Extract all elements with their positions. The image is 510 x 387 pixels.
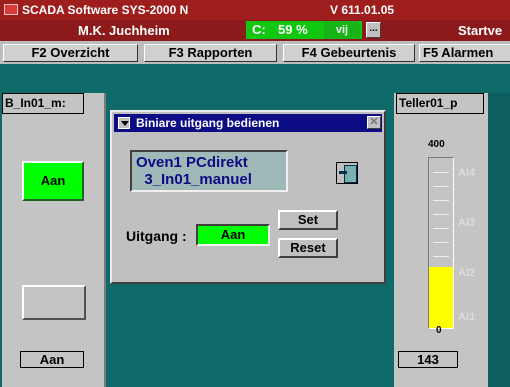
set-button[interactable]: Set: [278, 210, 338, 230]
panel-title: B_In01_m:: [2, 93, 84, 114]
status-bar: M.K. Juchheim C: 59 % vij ... Startve: [0, 20, 510, 41]
aan-button[interactable]: Aan: [22, 161, 84, 201]
counter-value: 143: [398, 351, 458, 368]
f5-alarmen-button[interactable]: F5 Alarmen: [419, 44, 510, 62]
disk-free-button[interactable]: vij: [324, 21, 360, 39]
f3-rapporten-button[interactable]: F3 Rapporten: [144, 44, 277, 62]
uitgang-value: Aan: [196, 224, 270, 246]
start-label: Startve: [458, 23, 503, 38]
panel-title: Teller01_p: [396, 93, 484, 114]
binary-output-dialog: Biniare uitgang bedienen ✕ Oven1 PCdirek…: [110, 110, 386, 284]
system-menu-icon[interactable]: [118, 117, 130, 129]
gauge-tick: [433, 228, 449, 229]
function-bar: F2 Overzicht F3 Rapporten F4 Gebeurtenis…: [0, 41, 510, 64]
gauge-tick: [433, 200, 449, 201]
app-title: SCADA Software SYS-2000 N: [22, 3, 189, 17]
info-line-1: Oven1 PCdirekt: [136, 154, 248, 171]
f4-gebeurtenis-button[interactable]: F4 Gebeurtenis: [283, 44, 415, 62]
exit-door-icon[interactable]: [336, 162, 358, 184]
gauge-max-label: 400: [428, 139, 445, 150]
user-name: M.K. Juchheim: [78, 23, 170, 38]
gauge-tick: [433, 214, 449, 215]
gauge-tick: [433, 242, 449, 243]
more-button[interactable]: ...: [366, 22, 381, 38]
gauge-tick: [433, 186, 449, 187]
uitgang-label: Uitgang :: [126, 228, 187, 244]
disk-status: C: 59 % vij: [246, 21, 362, 39]
dialog-title-bar: Biniare uitgang bedienen ✕: [114, 114, 382, 132]
empty-button[interactable]: [22, 285, 86, 320]
title-bar: SCADA Software SYS-2000 N V 611.01.05: [0, 0, 510, 20]
panel-edge: [488, 93, 510, 387]
alarm-label-ai1: AI1: [458, 311, 476, 323]
output-state: Aan: [20, 351, 84, 368]
app-logo-icon: [4, 4, 18, 15]
gauge-tick: [433, 256, 449, 257]
binary-output-panel: B_In01_m: Aan Aan: [2, 93, 106, 387]
dialog-title: Biniare uitgang bedienen: [136, 116, 280, 130]
close-icon[interactable]: ✕: [367, 116, 381, 129]
gauge-bar: [428, 157, 454, 329]
disk-value: 59 %: [278, 22, 308, 37]
alarm-label-ai4: AI4: [458, 167, 476, 179]
gauge-fill: [429, 267, 453, 328]
gauge-tick: [433, 172, 449, 173]
alarm-label-ai3: AI3: [458, 217, 476, 229]
counter-panel: Teller01_p 400 AI4 AI3 AI2 AI1 0 143: [394, 93, 488, 387]
alarm-label-ai2: AI2: [458, 267, 476, 279]
f2-overzicht-button[interactable]: F2 Overzicht: [3, 44, 138, 62]
output-info-box: Oven1 PCdirekt 3_In01_manuel: [130, 150, 288, 192]
info-line-2: 3_In01_manuel: [136, 171, 252, 188]
disk-label: C:: [252, 22, 266, 37]
gauge-min-label: 0: [436, 325, 442, 336]
reset-button[interactable]: Reset: [278, 238, 338, 258]
app-version: V 611.01.05: [330, 3, 395, 17]
